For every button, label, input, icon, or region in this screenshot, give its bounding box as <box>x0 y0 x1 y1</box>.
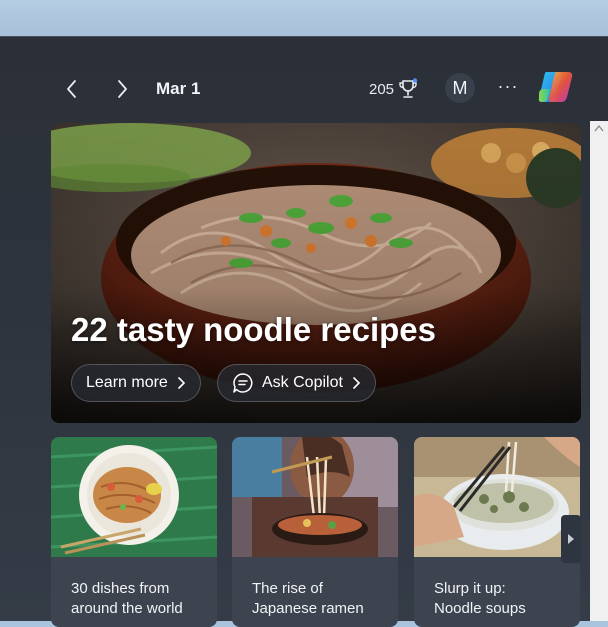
widgets-panel: Mar 1 205 M ··· 22 tasty noodle recipes … <box>0 36 608 627</box>
copilot-logo-icon <box>538 72 573 102</box>
story-caption: 30 dishes from around the world <box>71 579 211 619</box>
ramen-image <box>232 437 398 557</box>
chevron-left-icon <box>67 80 76 98</box>
caption-line: Japanese ramen <box>252 600 364 617</box>
ask-copilot-label: Ask Copilot <box>262 374 343 391</box>
rewards-points-button[interactable]: 205 <box>369 75 418 103</box>
story-caption: Slurp it up: Noodle soups <box>434 579 574 619</box>
story-caption: The rise of Japanese ramen <box>252 579 392 619</box>
chevron-right-icon <box>118 80 127 98</box>
hero-title[interactable]: 22 tasty noodle recipes <box>71 311 436 349</box>
chat-bubble-icon <box>233 373 253 393</box>
profile-avatar[interactable]: M <box>445 73 475 103</box>
date-label: Mar 1 <box>156 79 201 98</box>
chevron-right-icon <box>178 377 185 389</box>
learn-more-button[interactable]: Learn more <box>71 364 201 402</box>
story-card[interactable]: 30 dishes from around the world <box>51 437 217 627</box>
panel-header: Mar 1 205 M ··· <box>0 37 608 137</box>
caption-line: around the world <box>71 600 183 617</box>
caption-line: 30 dishes from <box>71 580 170 597</box>
story-card[interactable]: Slurp it up: Noodle soups <box>414 437 580 627</box>
learn-more-label: Learn more <box>86 374 168 391</box>
dish-plate-image <box>51 437 217 557</box>
desktop-background <box>0 0 608 36</box>
points-count: 205 <box>369 80 395 98</box>
story-card[interactable]: The rise of Japanese ramen <box>232 437 398 627</box>
hero-story-card[interactable]: 22 tasty noodle recipes Learn more Ask C… <box>51 123 581 423</box>
carousel-next-button[interactable] <box>561 515 581 563</box>
caret-up-icon <box>594 124 604 132</box>
more-options-button[interactable]: ··· <box>495 73 521 101</box>
vertical-scrollbar[interactable] <box>590 121 608 621</box>
copilot-button[interactable] <box>536 68 576 106</box>
trophy-icon <box>399 78 418 98</box>
caption-line: Noodle soups <box>434 600 526 617</box>
play-right-icon <box>568 534 574 544</box>
caption-line: The rise of <box>252 580 323 597</box>
noodle-soup-image <box>414 437 580 557</box>
scroll-up-button[interactable] <box>590 121 608 137</box>
caption-line: Slurp it up: <box>434 580 506 597</box>
back-button[interactable] <box>60 77 84 101</box>
chevron-right-icon <box>353 377 361 389</box>
forward-button[interactable] <box>110 77 134 101</box>
ask-copilot-button[interactable]: Ask Copilot <box>217 364 376 402</box>
